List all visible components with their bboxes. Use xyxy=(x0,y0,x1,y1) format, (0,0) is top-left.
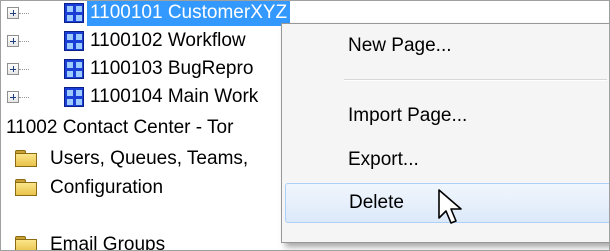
tree-node-label: 1100101 CustomerXYZ xyxy=(87,1,291,26)
grid-icon xyxy=(64,87,84,107)
tree-view-frame: 1100101 CustomerXYZ 1100102 Workflow 110… xyxy=(0,0,610,251)
grid-icon xyxy=(64,31,84,51)
folder-icon xyxy=(15,236,37,250)
folder-icon xyxy=(15,150,37,167)
tree-connector xyxy=(19,97,29,98)
menu-separator xyxy=(344,79,607,81)
grid-icon xyxy=(64,3,84,23)
tree-connector xyxy=(19,13,29,14)
arrow-pointer-icon xyxy=(438,189,462,224)
menu-item-label: Import Page... xyxy=(348,105,468,126)
grid-icon xyxy=(64,59,84,79)
tree-connector xyxy=(19,69,29,70)
tree-node-label: Configuration xyxy=(50,177,164,198)
menu-item-import-page[interactable]: Import Page... xyxy=(285,96,609,136)
tree-node-label: 1100104 Main Work xyxy=(90,86,259,107)
expand-plus-icon[interactable] xyxy=(7,91,19,103)
tree-connector xyxy=(19,41,29,42)
menu-item-label: Delete xyxy=(349,192,404,213)
expand-plus-icon[interactable] xyxy=(7,7,19,19)
menu-item-export[interactable]: Export... xyxy=(285,140,609,180)
tree-node-label: Email Groups xyxy=(50,234,166,251)
tree-node-label: Users, Queues, Teams, xyxy=(50,148,249,169)
folder-icon xyxy=(15,179,37,196)
tree-node-label: 1100102 Workflow xyxy=(90,30,246,51)
tree-node-label: 11002 Contact Center - Tor xyxy=(6,117,234,138)
menu-item-label: New Page... xyxy=(348,35,452,56)
menu-item-new-page[interactable]: New Page... xyxy=(285,26,609,66)
expand-plus-icon[interactable] xyxy=(7,63,19,75)
tree-node-label: 1100103 BugRepro xyxy=(90,58,254,79)
menu-item-label: Export... xyxy=(348,149,419,170)
expand-plus-icon[interactable] xyxy=(7,35,19,47)
